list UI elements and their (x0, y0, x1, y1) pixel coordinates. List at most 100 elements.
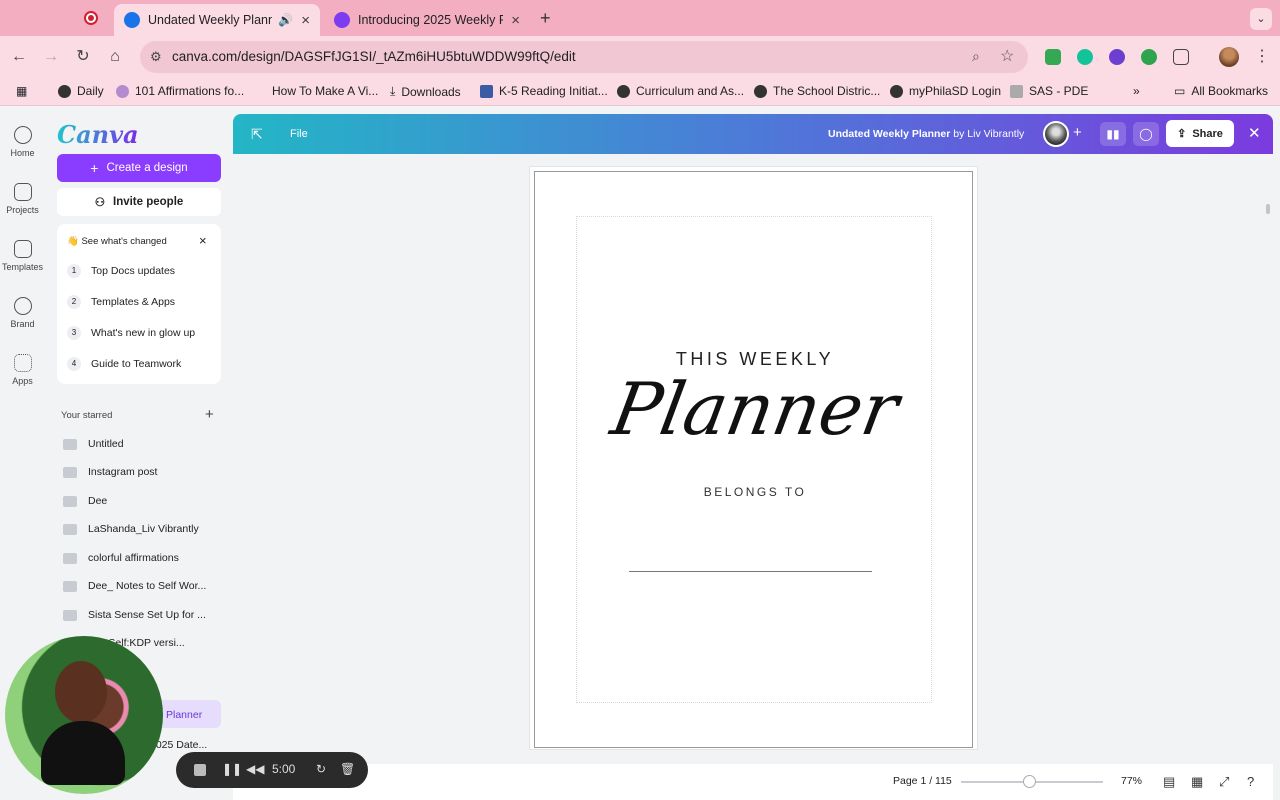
delete-icon[interactable]: 🗑 (340, 762, 355, 776)
bookmark-how-to[interactable]: How To Make A Vi... (272, 84, 378, 98)
zoom-level[interactable]: 77% (1121, 775, 1142, 787)
add-starred-icon[interactable]: + (205, 406, 214, 423)
extensions-puzzle-icon[interactable] (1173, 49, 1189, 65)
speaker-icon[interactable]: 🔊 (278, 13, 293, 27)
back-icon[interactable]: ← (8, 46, 30, 68)
file-menu[interactable]: File (290, 128, 308, 140)
bookmark-myphilasd[interactable]: myPhilaSD Login (890, 84, 1001, 98)
home-icon[interactable]: ⌂ (104, 46, 126, 68)
rail-brand[interactable]: Brand (0, 297, 45, 329)
starred-item[interactable]: colorful affirmations (63, 552, 179, 564)
folder-icon (63, 580, 77, 592)
apps-grid-icon[interactable]: ▦ (16, 84, 27, 98)
starred-item[interactable]: Untitled (63, 438, 124, 450)
close-icon[interactable]: × (199, 233, 207, 248)
rail-templates[interactable]: Templates (0, 240, 45, 272)
canva-logo[interactable]: Canva (57, 120, 139, 149)
open-external-icon[interactable]: ⇱ (251, 126, 263, 143)
changed-item[interactable]: 4 Guide to Teamwork (67, 357, 181, 371)
changed-item-label: Top Docs updates (91, 265, 176, 277)
bookmark-downloads[interactable]: ⤓ Downloads (390, 84, 461, 99)
extension-icon[interactable] (1045, 49, 1061, 65)
folder-icon (63, 552, 77, 564)
rewind-icon[interactable]: ◀◀ (246, 762, 264, 776)
notes-icon[interactable]: ▤ (1163, 774, 1175, 790)
reload-icon[interactable]: ↻ (72, 46, 94, 68)
rail-label: Apps (12, 376, 33, 386)
button-label: Share (1192, 127, 1223, 140)
bookmark-affirmations[interactable]: 101 Affirmations fo... (116, 84, 244, 98)
zoom-icon[interactable]: ⌕ (972, 48, 980, 65)
globe-icon (754, 84, 767, 98)
grammarly-icon[interactable] (1077, 49, 1093, 65)
webcam-overlay (5, 636, 163, 794)
document-title[interactable]: Undated Weekly Planner by Liv Vibrantly (828, 128, 1024, 140)
extension-icon[interactable] (1141, 49, 1157, 65)
extension-icon[interactable] (1109, 49, 1125, 65)
script-title-text[interactable]: Planner (570, 367, 941, 451)
page-indicator[interactable]: Page 1 / 115 (893, 775, 952, 787)
webcam-face (55, 661, 107, 723)
changed-item[interactable]: 2 Templates & Apps (67, 295, 175, 309)
browser-menu-icon[interactable]: ⋮ (1254, 46, 1270, 66)
new-tab-button[interactable]: + (540, 8, 551, 29)
close-tab-icon[interactable]: × (301, 12, 310, 29)
site-settings-icon[interactable]: ⚙ (150, 49, 162, 65)
starred-item[interactable]: Sista Sense Set Up for ... (63, 609, 206, 621)
comment-icon[interactable]: ◯ (1133, 122, 1159, 146)
create-design-button[interactable]: + Create a design (57, 154, 221, 182)
insights-chart-icon[interactable]: ▮▮ (1100, 122, 1126, 146)
fullscreen-icon[interactable]: ⤢ (1219, 774, 1229, 790)
address-bar[interactable]: ⚙ canva.com/design/DAGSFfJG1SI/_tAZm6iHU… (140, 41, 1028, 73)
zoom-slider-handle[interactable] (1023, 775, 1037, 788)
browser-tab-strip: Undated Weekly Planner – 🔊 × Introducing… (0, 0, 1280, 36)
rail-projects[interactable]: Projects (0, 183, 45, 215)
tab-search-icon[interactable]: ⌄ (1250, 8, 1272, 30)
folder-icon (63, 609, 77, 621)
grid-view-icon[interactable]: ▦ (1191, 774, 1203, 790)
changed-item[interactable]: 3 What's new in glow up (67, 326, 195, 340)
bookmark-daily[interactable]: Daily (58, 84, 104, 98)
all-bookmarks[interactable]: ▭ All Bookmarks (1174, 84, 1268, 98)
bookmark-favicon-icon (116, 84, 129, 98)
stop-icon[interactable] (194, 764, 206, 776)
design-canvas[interactable]: THIS WEEKLY Planner BELONGS TO (233, 154, 1273, 764)
forward-icon[interactable]: → (40, 46, 62, 68)
bookmark-curriculum[interactable]: Curriculum and As... (617, 84, 744, 98)
starred-item[interactable]: LaShanda_Liv Vibrantly (63, 523, 199, 535)
folder-icon (13, 183, 32, 201)
design-page[interactable]: THIS WEEKLY Planner BELONGS TO (530, 167, 977, 749)
collaborator-avatar[interactable] (1043, 121, 1069, 147)
restart-icon[interactable]: ↻ (316, 762, 326, 776)
share-button[interactable]: ⇪ Share (1166, 120, 1234, 147)
rail-home[interactable]: Home (0, 126, 45, 158)
name-line[interactable] (629, 571, 872, 572)
vertical-scrollbar[interactable] (1266, 204, 1270, 214)
starred-item[interactable]: Dee_ Notes to Self Wor... (63, 580, 206, 592)
bookmark-sas-pde[interactable]: SAS - PDE (1010, 84, 1088, 98)
changed-item[interactable]: 1 Top Docs updates (67, 264, 175, 278)
invite-people-button[interactable]: ⚇ Invite people (57, 188, 221, 216)
starred-item[interactable]: Dee (63, 495, 107, 507)
tab-introducing-2025[interactable]: Introducing 2025 Weekly Planner × (324, 4, 530, 36)
close-editor-icon[interactable]: ✕ (1248, 124, 1261, 142)
close-tab-icon[interactable]: × (511, 12, 520, 29)
subtitle-text[interactable]: BELONGS TO (577, 485, 933, 499)
help-icon[interactable]: ? (1247, 774, 1254, 789)
doc-author: by Liv Vibrantly (950, 128, 1025, 140)
bookmark-star-icon[interactable]: ☆ (1000, 46, 1014, 66)
profile-avatar[interactable] (1219, 47, 1239, 67)
bookmark-label: The School Distric... (773, 84, 881, 98)
starred-item[interactable]: Instagram post (63, 466, 157, 478)
bookmark-school-district[interactable]: The School Distric... (754, 84, 880, 98)
tab-undated-weekly-planner[interactable]: Undated Weekly Planner – 🔊 × (114, 4, 320, 36)
rail-apps[interactable]: Apps (0, 354, 45, 386)
page-content-area[interactable]: THIS WEEKLY Planner BELONGS TO (576, 216, 932, 703)
bookmark-k5-reading[interactable]: K-5 Reading Initiat... (480, 84, 608, 98)
share-icon: ⇪ (1177, 128, 1187, 140)
step-number: 4 (67, 357, 81, 371)
bookmark-label: myPhilaSD Login (909, 84, 1002, 98)
pause-icon[interactable]: ❚❚ (222, 762, 242, 776)
add-collaborator-icon[interactable]: + (1073, 124, 1082, 141)
more-bookmarks-icon[interactable]: » (1133, 84, 1140, 98)
